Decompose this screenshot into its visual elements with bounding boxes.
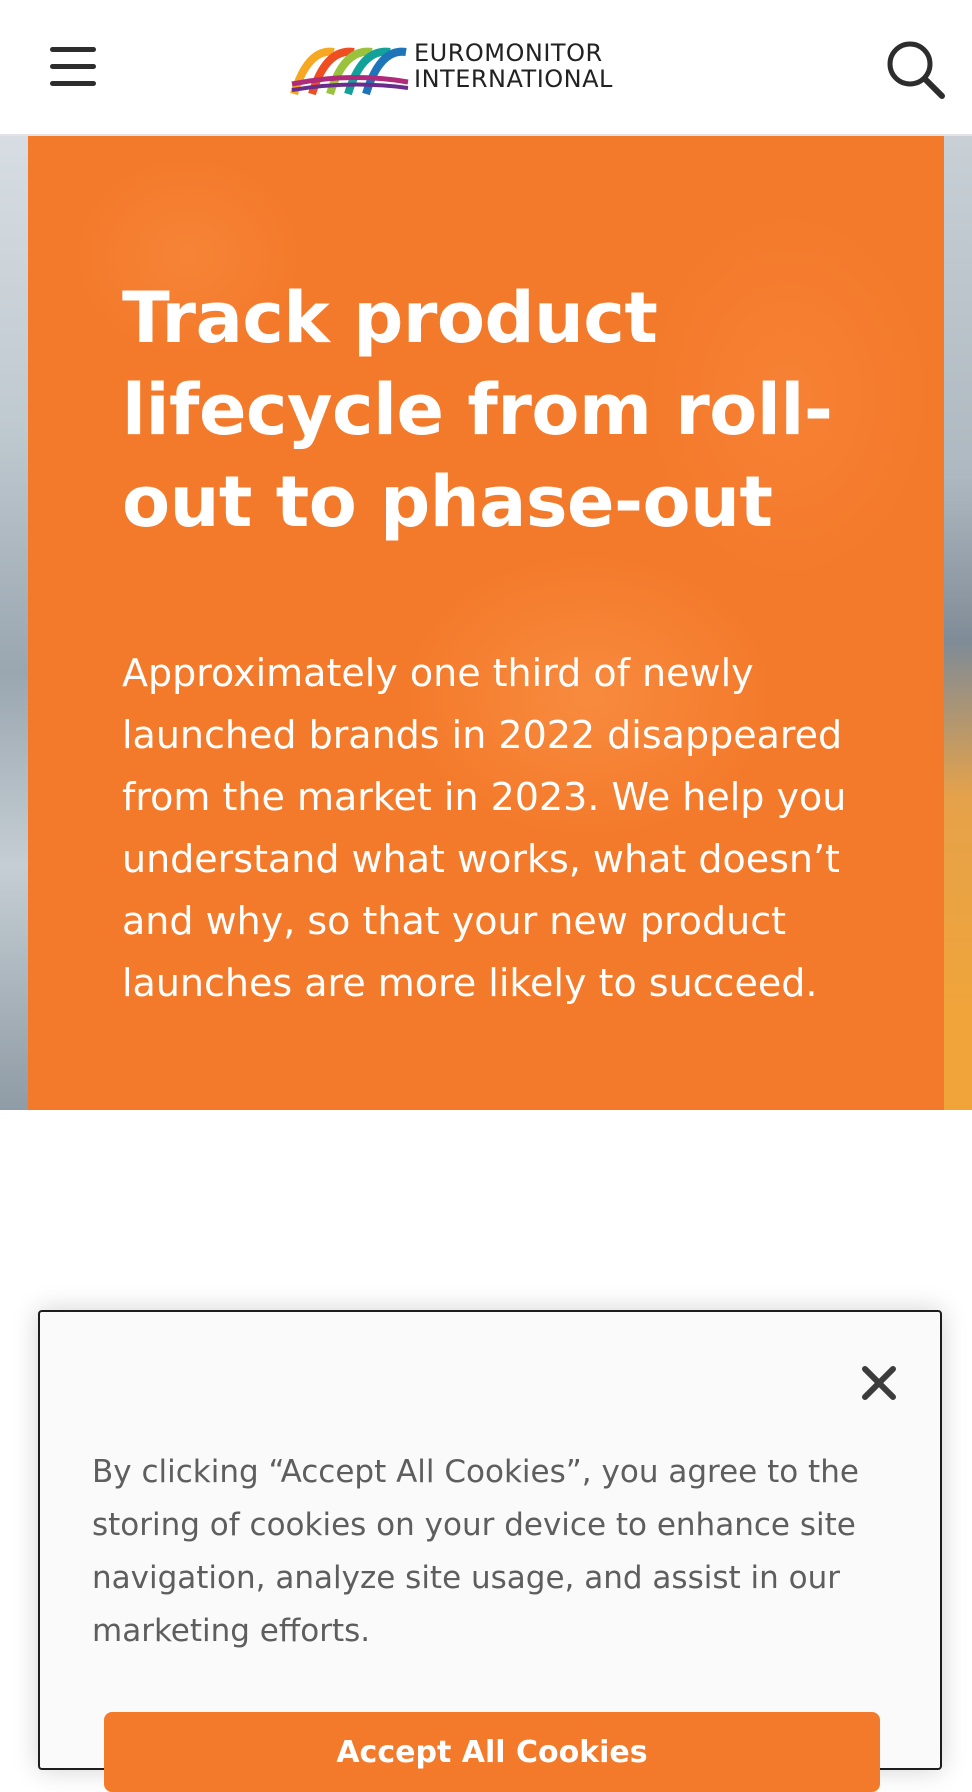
accept-all-cookies-button[interactable]: Accept All Cookies (104, 1712, 880, 1792)
logo-arches-icon (290, 47, 409, 96)
menu-bar (50, 81, 96, 86)
close-icon-glyph (862, 1366, 896, 1400)
search-icon[interactable] (880, 34, 950, 104)
logo-wordmark: EUROMONITOR INTERNATIONAL (414, 40, 613, 92)
menu-bar (50, 47, 96, 52)
hamburger-menu-icon[interactable] (40, 36, 104, 96)
logo-line-1: EUROMONITOR (414, 39, 603, 67)
hero-description: Approximately one third of newly launche… (122, 651, 847, 1005)
logo-line-2: INTERNATIONAL (414, 65, 613, 93)
search-icon-glyph (887, 41, 945, 99)
hero-background-image (944, 136, 972, 1110)
cookie-consent-dialog: By clicking “Accept All Cookies”, you ag… (38, 1310, 942, 1792)
site-header: EUROMONITOR INTERNATIONAL (0, 0, 972, 136)
cookie-consent-text: By clicking “Accept All Cookies”, you ag… (92, 1454, 859, 1649)
hero-title: Track product lifecycle from roll-out to… (122, 277, 833, 543)
hero-section: Track product lifecycle from roll-out to… (0, 136, 972, 1110)
hero-panel: Track product lifecycle from roll-out to… (28, 136, 944, 1110)
close-icon[interactable] (852, 1356, 906, 1410)
euromonitor-logo[interactable]: EUROMONITOR INTERNATIONAL (290, 38, 650, 98)
menu-bar (50, 64, 96, 69)
hero-background-image (0, 136, 28, 1110)
